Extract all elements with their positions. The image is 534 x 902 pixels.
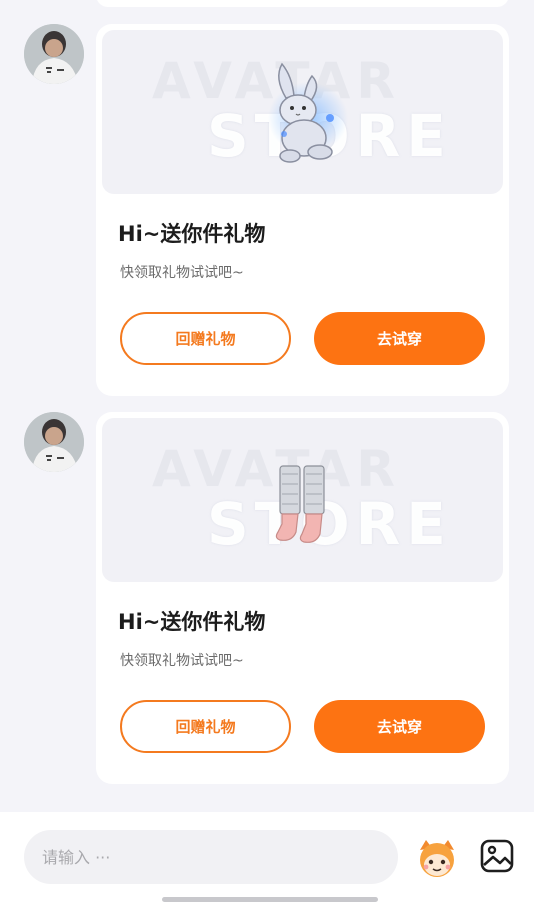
avatar[interactable] [24, 24, 84, 84]
try-on-button[interactable]: 去试穿 [314, 700, 485, 753]
gift-banner: AVATAR STORE [102, 418, 503, 582]
gift-subtitle: 快领取礼物试试吧~ [120, 653, 244, 669]
try-on-button[interactable]: 去试穿 [314, 312, 485, 365]
avatar-photo-icon [24, 412, 84, 472]
message-input[interactable] [40, 846, 374, 868]
return-gift-button[interactable]: 回赠礼物 [120, 700, 291, 753]
image-icon[interactable] [479, 838, 515, 874]
previous-message-card [96, 0, 509, 7]
gift-message: AVATAR STORE Hi~送你件礼物 快领取礼物试试吧~ 回赠礼物 去试穿 [0, 412, 534, 784]
gift-card: AVATAR STORE [96, 24, 509, 396]
emoji-mascot-icon[interactable] [414, 836, 460, 882]
return-gift-button[interactable]: 回赠礼物 [120, 312, 291, 365]
gift-title: Hi~送你件礼物 [118, 610, 266, 634]
socks-icon [275, 465, 325, 543]
message-composer [0, 812, 534, 902]
avatar[interactable] [24, 412, 84, 472]
home-indicator [162, 897, 378, 902]
gift-banner: AVATAR STORE [102, 30, 503, 194]
gift-title: Hi~送你件礼物 [118, 222, 266, 246]
gift-subtitle: 快领取礼物试试吧~ [120, 265, 244, 281]
avatar-photo-icon [24, 24, 84, 84]
bunny-plush-icon [268, 62, 348, 163]
gift-message: AVATAR STORE [0, 24, 534, 396]
message-input-wrapper[interactable] [24, 830, 398, 884]
gift-card: AVATAR STORE Hi~送你件礼物 快领取礼物试试吧~ 回赠礼物 去试穿 [96, 412, 509, 784]
